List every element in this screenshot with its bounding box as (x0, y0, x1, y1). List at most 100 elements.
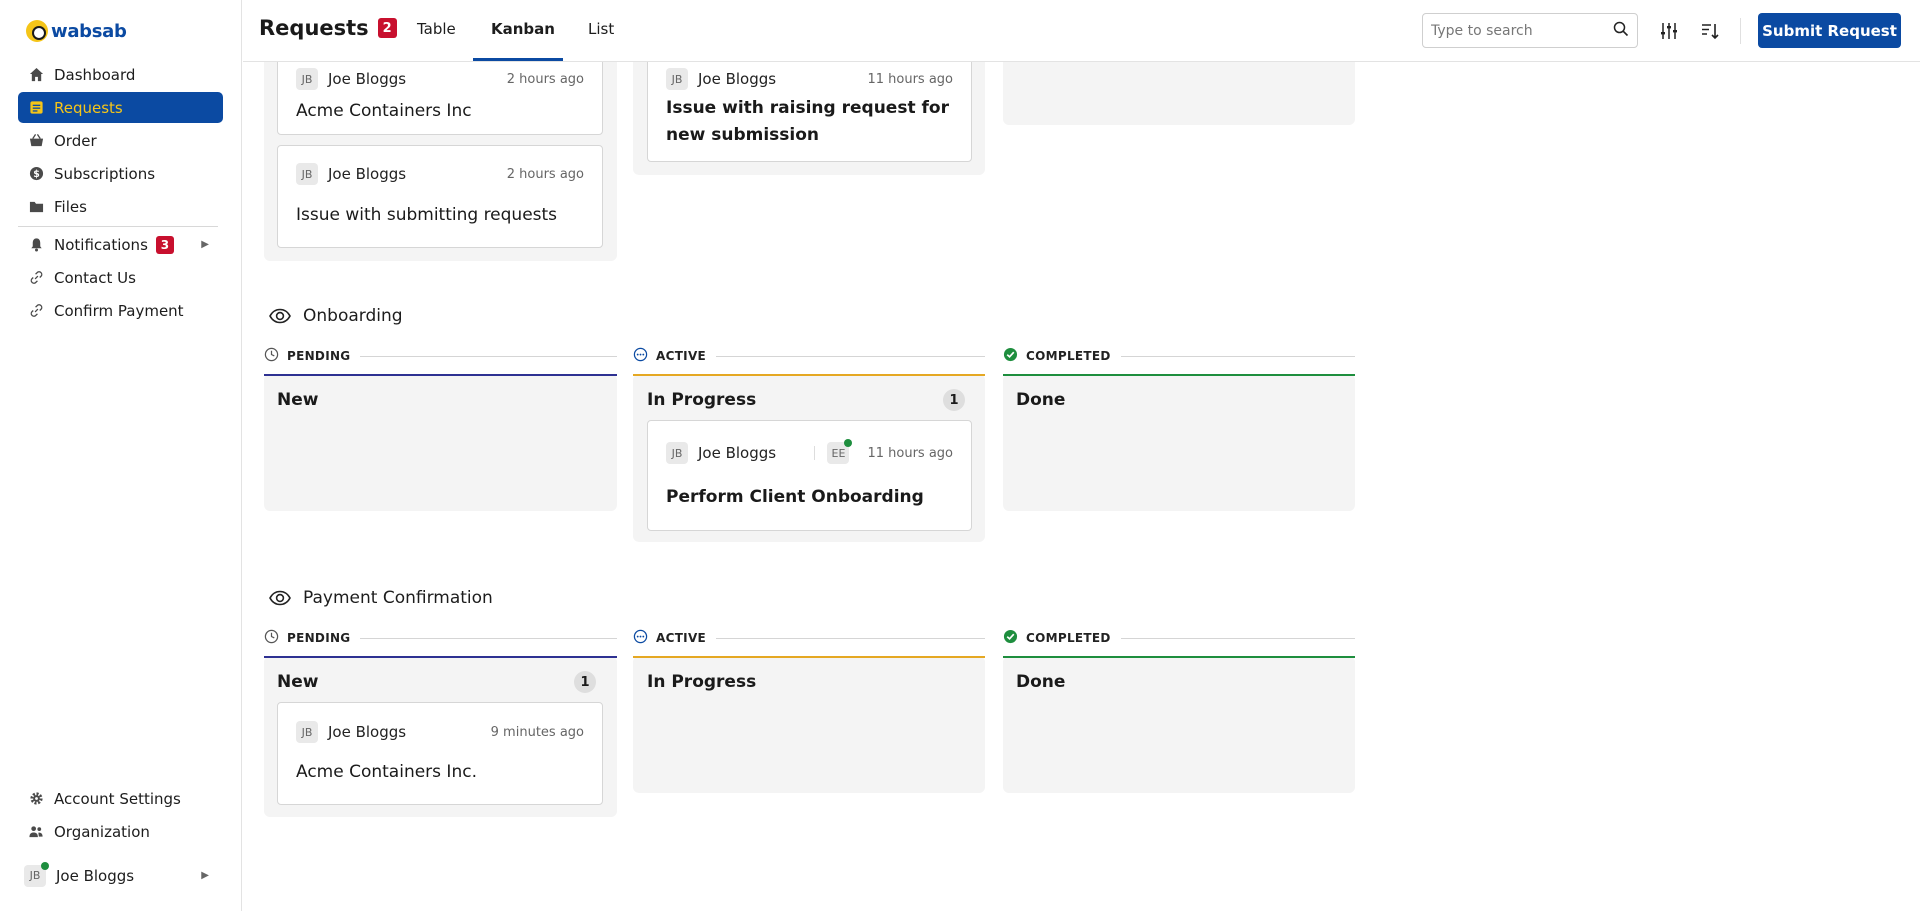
status-active: ACTIVE (633, 346, 985, 366)
logo-icon (26, 20, 48, 42)
sidebar-item-organization[interactable]: Organization (18, 816, 223, 847)
card-title: Issue with submitting requests (296, 205, 558, 225)
avatar-initials: JB (29, 869, 41, 882)
tab-table[interactable]: Table (417, 20, 456, 38)
active-tab-indicator (473, 58, 563, 61)
column-title: Done (1016, 672, 1066, 692)
svg-text:$: $ (33, 169, 40, 180)
user-name: Joe Bloggs (56, 866, 135, 885)
card-meta: JB Joe Bloggs 2 hours ago (296, 162, 584, 186)
tab-list[interactable]: List (588, 20, 614, 38)
sidebar-item-dashboard[interactable]: Dashboard (18, 59, 223, 90)
tab-kanban[interactable]: Kanban (491, 20, 555, 38)
sidebar-item-contact-us[interactable]: Contact Us (18, 262, 223, 293)
status-divider (360, 355, 617, 357)
card-time: 11 hours ago (867, 71, 953, 87)
sidebar-item-requests[interactable]: Requests (18, 92, 223, 123)
app-logo[interactable]: wabsab (26, 18, 127, 44)
column-accent-line (1003, 656, 1355, 658)
card-author: Joe Bloggs (328, 723, 407, 741)
online-status-dot (844, 439, 853, 447)
user-avatar: JB (296, 721, 318, 743)
request-card[interactable]: JB Joe Bloggs 2 hours ago Acme Container… (277, 62, 603, 135)
search-box[interactable] (1422, 13, 1638, 48)
section-payment-confirmation[interactable]: Payment Confirmation (269, 587, 493, 609)
user-avatar: JB (296, 163, 318, 185)
kanban-column (1003, 62, 1355, 125)
dollar-icon: $ (28, 166, 44, 182)
sidebar: wabsab Dashboard Requests Order $ Subscr… (0, 0, 242, 911)
column-title: Done (1016, 390, 1066, 410)
caret-right-icon[interactable]: ▶ (201, 870, 209, 881)
sidebar-item-label: Confirm Payment (54, 301, 184, 320)
card-author: Joe Bloggs (698, 70, 777, 88)
column-title: In Progress (647, 390, 757, 410)
column-accent-line (1003, 374, 1355, 376)
user-avatar: JB (666, 68, 688, 90)
sidebar-item-files[interactable]: Files (18, 191, 223, 222)
request-card[interactable]: JB Joe Bloggs EE 11 hours ago Perform Cl… (647, 420, 972, 531)
card-title: Acme Containers Inc. (296, 762, 477, 782)
section-title: Payment Confirmation (303, 588, 493, 608)
column-count-badge: 1 (574, 671, 596, 693)
section-onboarding[interactable]: Onboarding (269, 305, 403, 327)
sidebar-item-notifications[interactable]: Notifications 3 ▶ (18, 229, 223, 260)
gear-icon (28, 791, 44, 807)
request-card[interactable]: JB Joe Bloggs 2 hours ago Issue with sub… (277, 145, 603, 248)
sidebar-item-label: Order (54, 131, 97, 150)
notifications-badge: 3 (155, 235, 174, 254)
link-icon (28, 270, 44, 286)
status-divider (716, 355, 985, 357)
search-input[interactable] (1431, 22, 1601, 39)
card-time: 9 minutes ago (490, 724, 584, 740)
card-meta: JB Joe Bloggs EE 11 hours ago (666, 439, 953, 465)
status-label: COMPLETED (1026, 349, 1111, 363)
clock-icon (264, 347, 279, 366)
submit-request-button[interactable]: Submit Request (1758, 13, 1901, 48)
card-title: Perform Client Onboarding (666, 487, 924, 507)
column-accent-line (633, 374, 985, 376)
status-pending: PENDING (264, 346, 617, 366)
basket-icon (28, 133, 44, 149)
filter-sliders-icon[interactable] (1658, 20, 1680, 42)
card-time: 2 hours ago (506, 166, 584, 182)
search-icon[interactable] (1613, 21, 1629, 41)
folder-icon (28, 199, 44, 215)
header-divider (1740, 18, 1741, 44)
kanban-board: JB Joe Bloggs 2 hours ago Acme Container… (243, 62, 1920, 911)
eye-icon (269, 305, 291, 327)
sidebar-item-label: Subscriptions (54, 164, 156, 183)
sidebar-user-menu[interactable]: JB Joe Bloggs ▶ (18, 860, 223, 891)
status-divider (1120, 355, 1355, 357)
sidebar-item-account-settings[interactable]: Account Settings (18, 783, 223, 814)
bell-icon (28, 237, 44, 253)
column-title: New (277, 390, 319, 410)
section-title: Onboarding (303, 306, 403, 326)
sidebar-item-confirm-payment[interactable]: Confirm Payment (18, 295, 223, 326)
sidebar-item-label: Notifications (54, 235, 148, 254)
requests-icon (28, 100, 44, 116)
user-avatar: JB (296, 68, 318, 90)
caret-right-icon[interactable]: ▶ (201, 239, 209, 250)
app-name: wabsab (51, 20, 127, 42)
sidebar-item-order[interactable]: Order (18, 125, 223, 156)
status-completed: COMPLETED (1003, 346, 1355, 366)
online-status-dot (41, 861, 49, 870)
sidebar-item-subscriptions[interactable]: $ Subscriptions (18, 158, 223, 189)
card-meta: JB Joe Bloggs 9 minutes ago (296, 720, 584, 744)
status-divider (1120, 637, 1355, 639)
eye-icon (269, 587, 291, 609)
column-accent-line (264, 656, 617, 658)
card-title: Issue with raising request for new submi… (666, 98, 949, 145)
user-avatar: JB (24, 861, 49, 887)
sidebar-item-label: Requests (54, 98, 123, 117)
status-label: COMPLETED (1026, 631, 1111, 645)
column-accent-line (264, 374, 617, 376)
sort-icon[interactable] (1699, 20, 1721, 42)
request-card[interactable]: JB Joe Bloggs 11 hours ago Issue with ra… (647, 62, 972, 162)
request-card[interactable]: JB Joe Bloggs 9 minutes ago Acme Contain… (277, 702, 603, 805)
card-author: Joe Bloggs (698, 444, 777, 462)
requests-count-badge: 2 (377, 18, 397, 38)
column-count-badge: 1 (943, 389, 965, 411)
meta-divider (814, 446, 816, 460)
